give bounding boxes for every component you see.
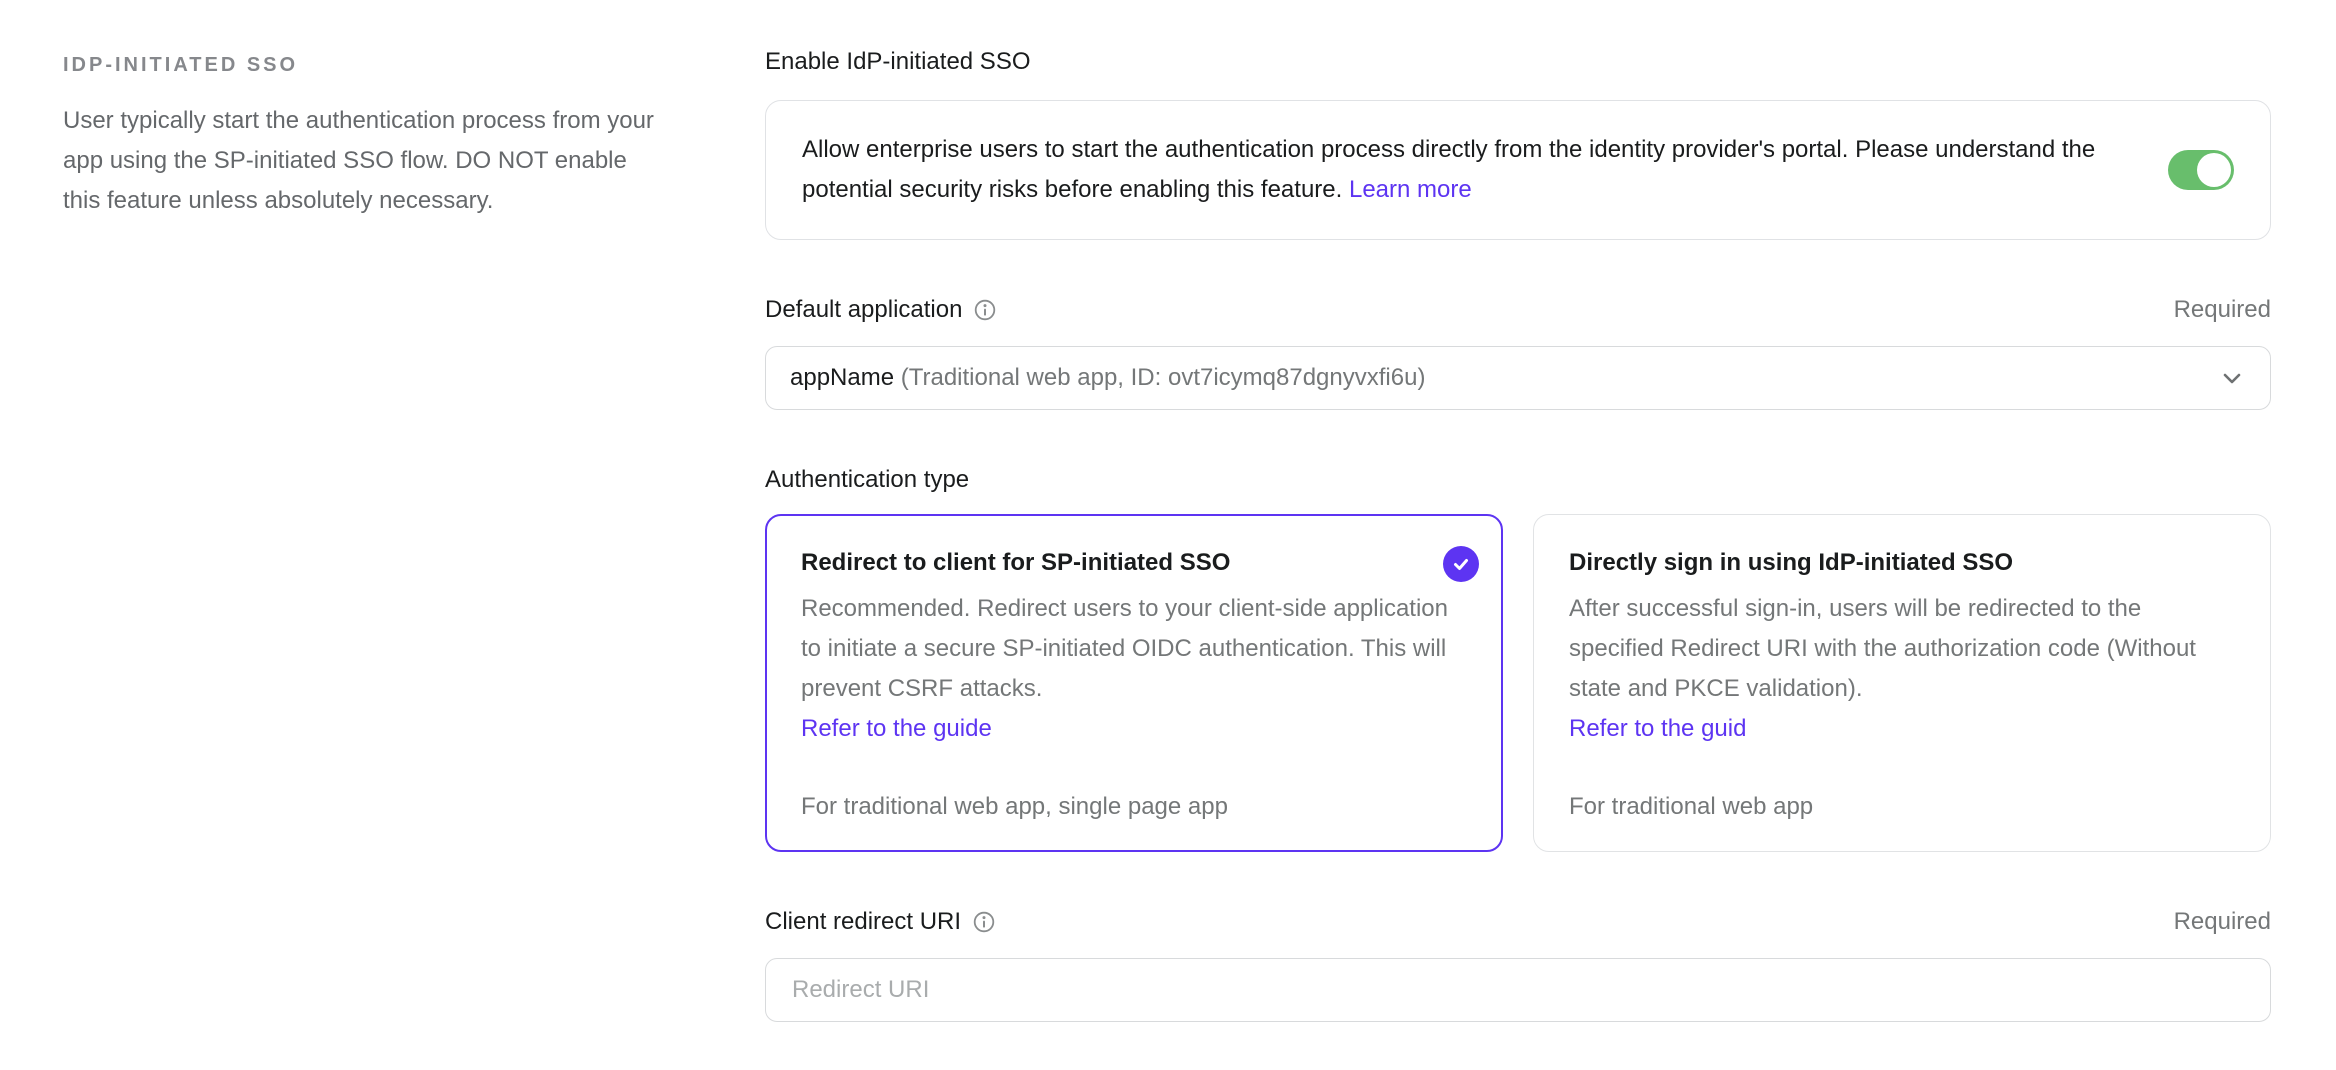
option-directly-sign-in[interactable]: Directly sign in using IdP-initiated SSO… bbox=[1533, 514, 2271, 852]
option-description: After successful sign-in, users will be … bbox=[1569, 589, 2235, 709]
option-title: Redirect to client for SP-initiated SSO bbox=[801, 543, 1467, 583]
enable-idp-sso-description: Allow enterprise users to start the auth… bbox=[802, 130, 2138, 210]
default-application-select[interactable]: appName (Traditional web app, ID: ovt7ic… bbox=[765, 346, 2271, 410]
chevron-down-icon bbox=[2218, 364, 2246, 392]
enable-idp-sso-label: Enable IdP-initiated SSO bbox=[765, 48, 1031, 76]
field-client-redirect-uri: Client redirect URI Required bbox=[765, 906, 2271, 1022]
option-description: Recommended. Redirect users to your clie… bbox=[801, 589, 1467, 709]
authentication-type-label: Authentication type bbox=[765, 466, 969, 494]
default-application-label: Default application bbox=[765, 296, 962, 324]
check-icon bbox=[1451, 554, 1471, 574]
idp-sso-toggle[interactable] bbox=[2168, 150, 2234, 190]
option-footnote: For traditional web app, single page app bbox=[801, 787, 1467, 827]
refer-to-guide-link[interactable]: Refer to the guid bbox=[1569, 709, 1746, 749]
field-authentication-type: Authentication type Redirect to client f… bbox=[765, 464, 2271, 852]
selected-check-badge bbox=[1443, 546, 1479, 582]
enable-idp-sso-card: Allow enterprise users to start the auth… bbox=[765, 100, 2271, 240]
field-default-application: Default application Required appName (Tr… bbox=[765, 294, 2271, 410]
learn-more-link[interactable]: Learn more bbox=[1349, 176, 1472, 203]
info-icon[interactable] bbox=[974, 299, 996, 321]
option-redirect-to-client[interactable]: Redirect to client for SP-initiated SSO … bbox=[765, 514, 1503, 852]
required-badge: Required bbox=[2174, 296, 2271, 324]
idp-initiated-sso-settings-page: IDP-INITIATED SSO User typically start t… bbox=[0, 0, 2336, 1070]
settings-form: Enable IdP-initiated SSO Allow enterpris… bbox=[765, 40, 2271, 1070]
info-icon[interactable] bbox=[973, 911, 995, 933]
client-redirect-uri-input-wrap bbox=[765, 958, 2271, 1022]
field-enable-idp-sso: Enable IdP-initiated SSO Allow enterpris… bbox=[765, 46, 2271, 240]
toggle-knob bbox=[2197, 153, 2231, 187]
client-redirect-uri-label: Client redirect URI bbox=[765, 908, 961, 936]
option-footnote: For traditional web app bbox=[1569, 787, 2235, 827]
required-badge: Required bbox=[2174, 908, 2271, 936]
authentication-type-options: Redirect to client for SP-initiated SSO … bbox=[765, 514, 2271, 852]
section-description: User typically start the authentication … bbox=[63, 101, 655, 221]
client-redirect-uri-input[interactable] bbox=[790, 975, 2246, 1005]
section-heading: IDP-INITIATED SSO bbox=[63, 54, 655, 77]
option-title: Directly sign in using IdP-initiated SSO bbox=[1569, 543, 2235, 583]
refer-to-guide-link[interactable]: Refer to the guide bbox=[801, 709, 992, 749]
default-application-selected-value: appName (Traditional web app, ID: ovt7ic… bbox=[790, 364, 1425, 392]
section-sidebar: IDP-INITIATED SSO User typically start t… bbox=[63, 40, 655, 1070]
